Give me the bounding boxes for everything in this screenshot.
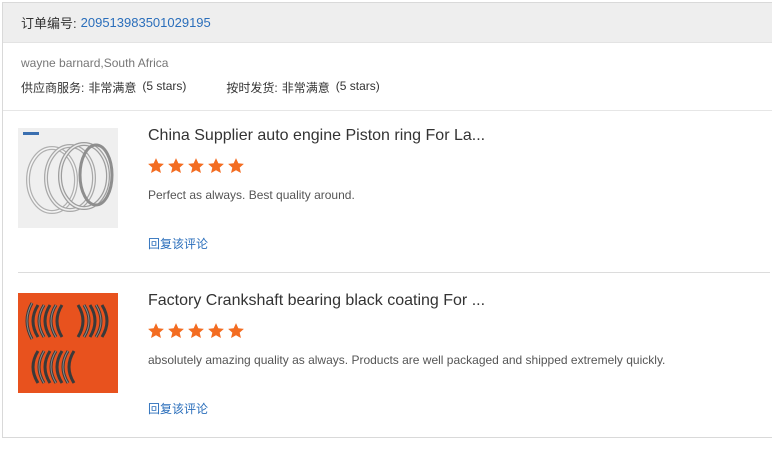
star-icon (228, 323, 244, 339)
crankshaft-bearings-image (18, 293, 118, 393)
order-header: 订单编号: 209513983501029195 (3, 3, 772, 43)
star-icon (208, 158, 224, 174)
star-icon (188, 158, 204, 174)
on-time-delivery-rating: 按时发货: 非常满意 (5 stars) (226, 79, 379, 96)
star-icon (168, 158, 184, 174)
supplier-service-stars: (5 stars) (142, 79, 187, 93)
product-thumbnail-piston-rings[interactable] (18, 128, 118, 228)
review-stars (147, 322, 245, 340)
order-number-label: 订单编号: (21, 16, 77, 31)
on-time-value: 非常满意 (281, 81, 330, 95)
supplier-service-rating: 供应商服务: 非常满意 (5 stars) (21, 79, 186, 96)
buyer-info: wayne barnard,South Africa 供应商服务: 非常满意 (… (3, 43, 772, 111)
reply-review-link[interactable]: 回复该评论 (148, 400, 208, 417)
review-item: China Supplier auto engine Piston ring F… (18, 127, 770, 273)
supplier-service-value: 非常满意 (88, 81, 137, 95)
on-time-stars: (5 stars) (335, 79, 380, 93)
on-time-label: 按时发货: (226, 81, 278, 95)
review-comment: absolutely amazing quality as always. Pr… (148, 353, 666, 367)
star-icon (228, 158, 244, 174)
order-number-link[interactable]: 209513983501029195 (81, 15, 211, 30)
product-title[interactable]: China Supplier auto engine Piston ring F… (148, 127, 485, 145)
star-icon (168, 323, 184, 339)
piston-rings-image (18, 128, 118, 228)
supplier-service-label: 供应商服务: (21, 81, 85, 95)
star-icon (148, 158, 164, 174)
review-stars (147, 157, 245, 175)
product-title[interactable]: Factory Crankshaft bearing black coating… (148, 292, 485, 310)
review-comment: Perfect as always. Best quality around. (148, 188, 355, 202)
seller-ratings: 供应商服务: 非常满意 (5 stars) 按时发货: 非常满意 (5 star… (21, 79, 772, 96)
star-icon (188, 323, 204, 339)
review-item: Factory Crankshaft bearing black coating… (18, 292, 770, 437)
star-icon (208, 323, 224, 339)
product-thumbnail-crankshaft-bearings[interactable] (18, 293, 118, 393)
reply-review-link[interactable]: 回复该评论 (148, 235, 208, 252)
star-icon (148, 323, 164, 339)
buyer-name-country: wayne barnard,South Africa (21, 56, 169, 70)
